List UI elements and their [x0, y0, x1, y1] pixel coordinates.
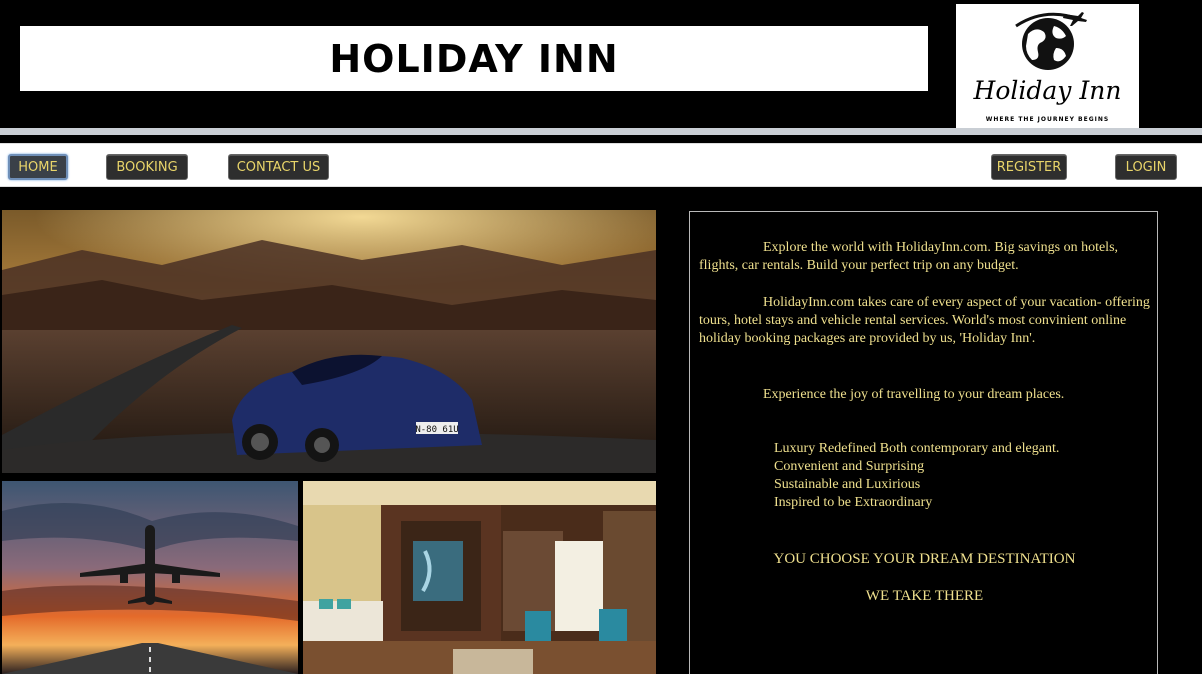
- car-plate-text: N-80 61U: [415, 425, 458, 435]
- nav-booking-button[interactable]: BOOKING: [106, 154, 188, 180]
- nav-login-button[interactable]: LOGIN: [1115, 154, 1177, 180]
- site-header: HOLIDAY INN Holiday Inn WHERE THE JOURNE…: [0, 0, 1202, 128]
- airplane-photo: [2, 481, 298, 674]
- cta-line-1: YOU CHOOSE YOUR DREAM DESTINATION: [773, 551, 1076, 567]
- nav-home-button[interactable]: HOME: [8, 154, 68, 180]
- luxury-line: Luxury Redefined Both contemporary and e…: [774, 441, 1060, 456]
- info-paragraph-3: Experience the joy of travelling to your…: [763, 387, 1065, 402]
- nav-register-button[interactable]: REGISTER: [991, 154, 1067, 180]
- info-paragraph-1: Explore the world with HolidayInn.com. B…: [699, 240, 1119, 273]
- luxury-list: Luxury Redefined Both contemporary and e…: [774, 440, 1059, 512]
- nav-contact-button[interactable]: CONTACT US: [228, 154, 329, 180]
- info-paragraph-2: HolidayInn.com takes care of every aspec…: [699, 295, 1150, 346]
- luxury-line: Convenient and Surprising: [774, 459, 925, 474]
- car-photo: N-80 61U: [2, 210, 656, 473]
- title-banner: HOLIDAY INN: [20, 26, 928, 91]
- site-title: HOLIDAY INN: [329, 36, 619, 81]
- brand-logo[interactable]: Holiday Inn WHERE THE JOURNEY BEGINS: [956, 4, 1139, 128]
- luxury-line: Inspired to be Extraordinary: [774, 495, 933, 510]
- info-panel: Explore the world with HolidayInn.com. B…: [689, 211, 1158, 674]
- nav-bar: HOME BOOKING CONTACT US REGISTER LOGIN: [0, 143, 1202, 187]
- cta-line-2: WE TAKE THERE: [865, 588, 984, 604]
- luxury-line: Sustainable and Luxirious: [774, 477, 921, 492]
- logo-tagline: WHERE THE JOURNEY BEGINS: [985, 116, 1110, 123]
- header-divider: [0, 128, 1202, 135]
- logo-name: Holiday Inn: [973, 76, 1122, 105]
- globe-airplane-icon: [1015, 12, 1087, 70]
- hotel-room-photo: [303, 481, 656, 674]
